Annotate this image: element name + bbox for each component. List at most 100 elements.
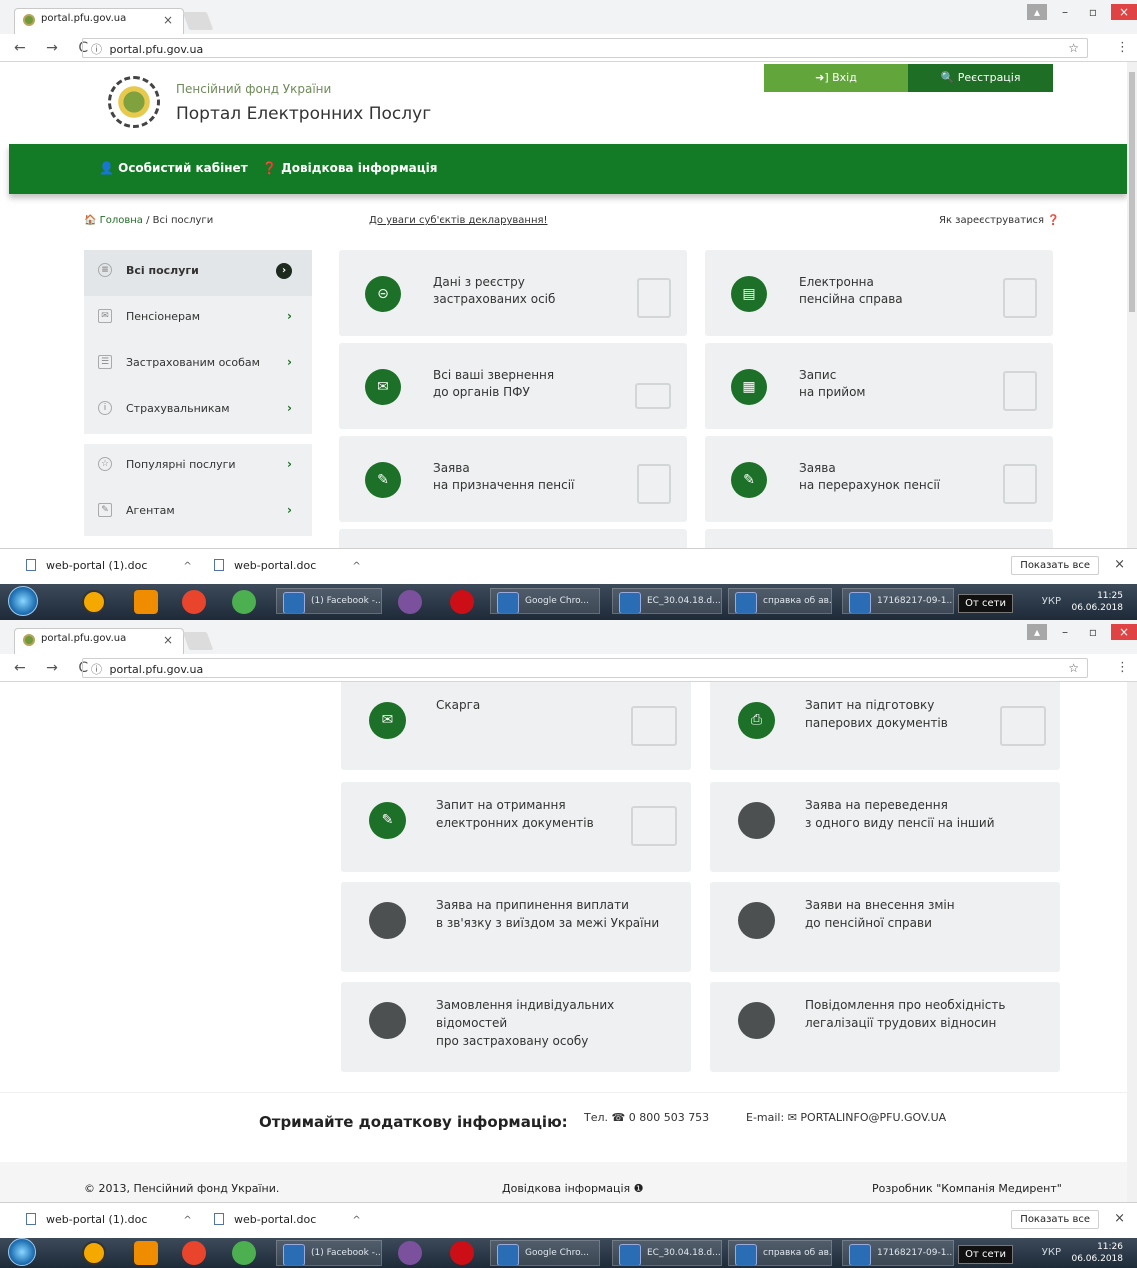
taskbar-doc1[interactable]: ЕС_30.04.18.d...: [612, 1240, 722, 1266]
taskbar-doc2[interactable]: справка об ав...: [728, 1240, 832, 1266]
show-all-button[interactable]: Показать все: [1011, 556, 1099, 575]
how-to-register-link[interactable]: Як зареєструватися ❓: [939, 215, 1060, 226]
login-button[interactable]: ➜] Вхід: [764, 64, 908, 92]
app-icon-1[interactable]: [82, 590, 106, 614]
user-icon[interactable]: ▴: [1027, 624, 1047, 640]
opera-icon[interactable]: [450, 590, 474, 614]
service-card-appeals[interactable]: ✉ Всі ваші звернення до органів ПФУ: [339, 343, 687, 429]
show-all-button[interactable]: Показать все: [1011, 1210, 1099, 1229]
service-card-appointment[interactable]: ▦ Запис на прийом: [705, 343, 1053, 429]
service-card-partial[interactable]: [339, 529, 687, 548]
service-card-partial[interactable]: [705, 529, 1053, 548]
taskbar-doc1[interactable]: ЕС_30.04.18.d...: [612, 588, 722, 614]
info-icon[interactable]: ⓘ: [91, 43, 102, 56]
caret-up-icon[interactable]: ^: [183, 1215, 191, 1226]
footer-email[interactable]: E-mail: ✉ PORTALINFO@PFU.GOV.UA: [746, 1111, 946, 1124]
footer-help-link[interactable]: Довідкова інформація ❶: [502, 1182, 644, 1195]
page-scrollbar[interactable]: [1127, 62, 1137, 548]
service-card-case-changes[interactable]: Заяви на внесення змін до пенсійної справ…: [710, 882, 1060, 972]
info-icon[interactable]: ⓘ: [91, 663, 102, 676]
service-card-electronic-case[interactable]: ▤ Електронна пенсійна справа: [705, 250, 1053, 336]
network-status[interactable]: От сети: [958, 1245, 1013, 1264]
taskbar-doc3[interactable]: 17168217-09-1...: [842, 588, 954, 614]
taskbar-doc3[interactable]: 17168217-09-1...: [842, 1240, 954, 1266]
download-item-2[interactable]: web-portal.doc ^: [214, 1213, 361, 1226]
taskbar-clock[interactable]: 11:25 06.06.2018: [1071, 590, 1123, 614]
browser-tab[interactable]: portal.pfu.gov.ua ×: [14, 8, 184, 34]
close-window-button[interactable]: ×: [1111, 624, 1137, 640]
service-card-pension-transfer[interactable]: Заява на переведення з одного виду пенсії…: [710, 782, 1060, 872]
download-item-1[interactable]: web-portal (1).doc ^: [26, 1213, 192, 1226]
taskbar-chrome[interactable]: Google Chro...: [490, 1240, 600, 1266]
taskbar-clock[interactable]: 11:26 06.06.2018: [1071, 1241, 1123, 1265]
viber-icon[interactable]: [398, 590, 422, 614]
taskbar-facebook[interactable]: (1) Facebook -...: [276, 588, 382, 614]
taskbar-facebook[interactable]: (1) Facebook -...: [276, 1240, 382, 1266]
tab-close-icon[interactable]: ×: [163, 633, 173, 647]
bookmark-star-icon[interactable]: ☆: [1068, 41, 1079, 55]
service-card-registry-data[interactable]: ⊝ Дані з реєстру застрахованих осіб: [339, 250, 687, 336]
url-input[interactable]: ⓘ portal.pfu.gov.ua ☆: [82, 658, 1088, 678]
close-window-button[interactable]: ×: [1111, 4, 1137, 20]
service-card-paper-docs[interactable]: ⎙ Запит на підготовку паперових документі…: [710, 682, 1060, 770]
caret-up-icon[interactable]: ^: [183, 561, 191, 572]
footer-phone[interactable]: Тел. ☎ 0 800 503 753: [584, 1111, 709, 1124]
sidebar-item-insured[interactable]: ☰ Застрахованим особам ›: [84, 342, 312, 388]
browser-menu-icon[interactable]: ⋮: [1116, 40, 1129, 55]
caret-up-icon[interactable]: ^: [352, 1215, 360, 1226]
restore-button[interactable]: ▫: [1083, 4, 1103, 20]
minimize-button[interactable]: –: [1055, 624, 1075, 640]
service-card-labor-legalization[interactable]: Повідомлення про необхідність легалізації…: [710, 982, 1060, 1072]
picasa-icon[interactable]: [232, 1241, 256, 1265]
sidebar-item-agents[interactable]: ✎ Агентам ›: [84, 490, 312, 536]
page-scrollbar[interactable]: [1127, 682, 1137, 1216]
url-input[interactable]: ⓘ portal.pfu.gov.ua ☆: [82, 38, 1088, 58]
new-tab-button[interactable]: [182, 12, 214, 30]
service-card-pension-recalc[interactable]: ✎ Заява на перерахунок пенсії: [705, 436, 1053, 522]
taskbar-doc2[interactable]: справка об ав...: [728, 588, 832, 614]
app-icon-3[interactable]: [182, 1241, 206, 1265]
breadcrumb-home[interactable]: 🏠 Головна: [84, 215, 143, 226]
register-button[interactable]: 🔍 Реєстрація: [908, 64, 1053, 92]
language-indicator[interactable]: УКР: [1042, 1247, 1061, 1258]
picasa-icon[interactable]: [232, 590, 256, 614]
app-icon-3[interactable]: [182, 590, 206, 614]
network-status[interactable]: От сети: [958, 594, 1013, 613]
new-tab-button[interactable]: [182, 632, 214, 650]
downloads-close-icon[interactable]: ×: [1114, 557, 1125, 572]
browser-tab[interactable]: portal.pfu.gov.ua ×: [14, 628, 184, 654]
service-card-electronic-docs[interactable]: ✎ Запит на отримання електронних документ…: [341, 782, 691, 872]
service-card-stop-payment[interactable]: Заява на припинення виплати в зв'язку з в…: [341, 882, 691, 972]
app-icon-1[interactable]: [82, 1241, 106, 1265]
opera-icon[interactable]: [450, 1241, 474, 1265]
sidebar-item-insurers[interactable]: i Страхувальникам ›: [84, 388, 312, 434]
bookmark-star-icon[interactable]: ☆: [1068, 661, 1079, 675]
scroll-thumb[interactable]: [1129, 72, 1135, 312]
language-indicator[interactable]: УКР: [1042, 596, 1061, 607]
download-item-1[interactable]: web-portal (1).doc ^: [26, 559, 192, 572]
pfu-logo[interactable]: [108, 76, 160, 128]
viber-icon[interactable]: [398, 1241, 422, 1265]
nav-help-info[interactable]: ❓ Довідкова інформація: [262, 161, 437, 175]
tab-close-icon[interactable]: ×: [163, 13, 173, 27]
sidebar-item-pensioners[interactable]: ✉ Пенсіонерам ›: [84, 296, 312, 342]
vlc-icon[interactable]: [134, 590, 158, 614]
minimize-button[interactable]: –: [1055, 4, 1075, 20]
service-card-complaint[interactable]: ✉ Скарга: [341, 682, 691, 770]
taskbar-chrome[interactable]: Google Chro...: [490, 588, 600, 614]
service-card-individual-records[interactable]: Замовлення індивідуальних відомостей про …: [341, 982, 691, 1072]
sidebar-item-popular[interactable]: ☆ Популярні послуги ›: [84, 444, 312, 490]
nav-personal-cabinet[interactable]: 👤 Особистий кабінет: [99, 161, 248, 175]
downloads-close-icon[interactable]: ×: [1114, 1211, 1125, 1226]
download-item-2[interactable]: web-portal.doc ^: [214, 559, 361, 572]
restore-button[interactable]: ▫: [1083, 624, 1103, 640]
notice-link[interactable]: До уваги суб'єктів декларування!: [369, 215, 548, 226]
sidebar-item-all-services[interactable]: ≡ Всі послуги ›: [84, 250, 312, 296]
caret-up-icon[interactable]: ^: [352, 561, 360, 572]
browser-menu-icon[interactable]: ⋮: [1116, 660, 1129, 675]
start-button[interactable]: [8, 1238, 36, 1266]
service-card-pension-assignment[interactable]: ✎ Заява на призначення пенсії: [339, 436, 687, 522]
start-button[interactable]: [8, 586, 38, 616]
vlc-icon[interactable]: [134, 1241, 158, 1265]
user-icon[interactable]: ▴: [1027, 4, 1047, 20]
